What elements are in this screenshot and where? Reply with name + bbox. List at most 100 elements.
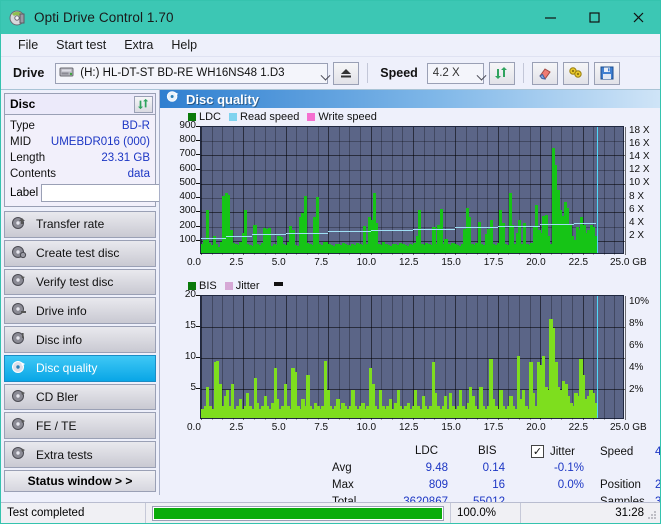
maximize-button[interactable] [572, 1, 616, 34]
y-axis-tickmark [196, 197, 200, 199]
menu-item-help[interactable]: Help [162, 36, 206, 54]
legend-item-write-speed: Write speed [307, 111, 377, 123]
drive-label: Drive [13, 66, 45, 80]
x-axis-tick: 20.0 [526, 422, 546, 433]
stats-avg-jitter: -0.1% [553, 462, 584, 474]
sidebar-item-create-test-disc[interactable]: Create test disc [4, 239, 156, 267]
speed-stat-label: Speed [600, 446, 634, 458]
x-axis-tick: 5.0 [271, 422, 286, 433]
disc-quality-icon [166, 90, 180, 108]
resize-grip[interactable] [647, 510, 657, 520]
charts-container: LDC Read speed Write speed 900 800 700 600 5… [160, 108, 660, 515]
sidebar-item-disc-quality[interactable]: Disc quality [4, 354, 156, 382]
drive-value: (H:) HL-DT-ST BD-RE WH16NS48 1.D3 [80, 67, 285, 79]
minimize-button[interactable] [528, 1, 572, 34]
x-axis-tick: 22.5 [568, 422, 589, 433]
stats-max-jitter: 0.0% [557, 479, 584, 491]
progress-bar [152, 505, 444, 521]
menu-item-start-test[interactable]: Start test [47, 36, 115, 54]
y-axis-tickmark [196, 211, 200, 213]
jitter-checkbox[interactable]: ✓ [531, 445, 544, 458]
gridline-horizontal [201, 184, 625, 185]
gridline-vertical [424, 127, 425, 255]
read-speed-line [413, 228, 456, 230]
y-axis-tick: 500 [179, 176, 196, 188]
close-button[interactable] [616, 1, 660, 34]
chart-bis[interactable]: 20 15 10 5 10% 8% 6% 4% 2% 0.0 2.5 5.0 7.5 10.0 12.5 15… [160, 289, 660, 441]
y-axis-tick: 400 [179, 191, 196, 203]
gridline-vertical [604, 127, 605, 255]
gridline-vertical [275, 127, 276, 255]
sidebar-item-label: Transfer rate [36, 217, 105, 232]
refresh-button[interactable] [488, 61, 515, 85]
plot-area [200, 126, 626, 255]
sidebar-item-disc-info[interactable]: Disc info [4, 326, 156, 353]
y-axis-tickmark [196, 357, 200, 358]
y2-axis-tick: 8% [629, 317, 644, 329]
gridline-horizontal [201, 198, 625, 199]
chart-baseline [201, 246, 598, 253]
y-axis-tick: 300 [179, 205, 196, 217]
gridline-vertical [201, 127, 202, 255]
legend-item-read-speed: Read speed [229, 111, 299, 123]
disc-refresh-button[interactable] [134, 95, 153, 113]
x-axis-tick: 15.0 [441, 257, 461, 268]
eject-button[interactable] [333, 61, 360, 85]
stats-header-ldc: LDC [415, 445, 439, 457]
y2-axis-tick: 14 X [629, 151, 650, 162]
y-axis-tick: 700 [179, 148, 196, 160]
window-controls [528, 1, 660, 34]
read-speed-line [226, 235, 252, 237]
menu-item-file[interactable]: File [9, 36, 47, 54]
x-axis-tick: 0.0 [187, 422, 201, 433]
gridline-horizontal [201, 170, 625, 171]
gridline-vertical [530, 127, 531, 255]
read-speed-line [285, 232, 329, 234]
sidebar-item-label: Extra tests [36, 447, 93, 462]
drive-icon [59, 65, 75, 82]
chart-baseline [201, 410, 598, 418]
sidebar-item-cd-bler[interactable]: CD Bler [4, 383, 156, 411]
disc-info-panel: Disc Type BD-R MID UMEBDR016 (000) Lengt… [4, 93, 244, 207]
stats-avg-ldc: 9.48 [425, 462, 448, 474]
gridline-vertical [286, 127, 287, 255]
status-window-button[interactable]: Status window > > [4, 470, 156, 493]
tools-button[interactable] [562, 61, 589, 85]
gridline-vertical [381, 127, 382, 255]
x-axis-tick: 17.5 [483, 257, 504, 268]
y2-axis-tick: 16 X [629, 137, 650, 149]
sidebar: Disc Type BD-R MID UMEBDR016 (000) Lengt… [1, 90, 244, 495]
chart-ldc[interactable]: 900 800 700 600 500 400 300 200 100 18 X 16 X 14 X 1… [160, 120, 660, 279]
sidebar-item-extra-tests[interactable]: Extra tests [4, 441, 156, 469]
disc-label-label: Label [10, 187, 39, 199]
sidebar-item-transfer-rate[interactable]: Transfer rate [4, 211, 156, 238]
gridline-vertical [455, 127, 456, 255]
legend-label: Jitter [235, 280, 260, 292]
gridline-horizontal [201, 155, 625, 156]
sidebar-item-label: FE / TE [36, 418, 77, 433]
menu-item-extra[interactable]: Extra [115, 36, 162, 54]
window-title: Opti Drive Control 1.70 [34, 10, 174, 25]
sidebar-item-verify-test-disc[interactable]: Verify test disc [4, 268, 156, 296]
sidebar-item-drive-info[interactable]: Drive info [4, 297, 156, 325]
legend-label: LDC [199, 111, 222, 123]
stats-row-avg-label: Avg [332, 462, 352, 474]
disc-bler-icon [11, 389, 27, 406]
disc-length-label: Length [10, 152, 46, 164]
y2-axis-tick: 12 X [629, 164, 650, 176]
y2-axis-tick: 10 X [629, 177, 650, 189]
legend-item-jitter: Jitter [224, 280, 260, 292]
x-axis-tick: 0.0 [187, 257, 201, 268]
drive-select[interactable]: (H:) HL-DT-ST BD-RE WH16NS48 1.D3 [55, 62, 331, 84]
x-axis-tick: 20.0 [526, 257, 546, 268]
y-axis-tickmark [196, 295, 200, 296]
gridline-vertical [339, 127, 340, 255]
y-axis-tick: 15 [184, 320, 196, 331]
menu-bar: File Start test Extra Help [1, 34, 660, 57]
erase-button[interactable] [531, 61, 558, 85]
sidebar-item-fe-te[interactable]: FE / TE [4, 412, 156, 440]
y-axis-tickmark [196, 388, 200, 389]
speed-select[interactable]: 4.2 X [426, 62, 487, 84]
x-axis-tick: 2.5 [229, 257, 244, 268]
save-button[interactable] [593, 61, 620, 85]
